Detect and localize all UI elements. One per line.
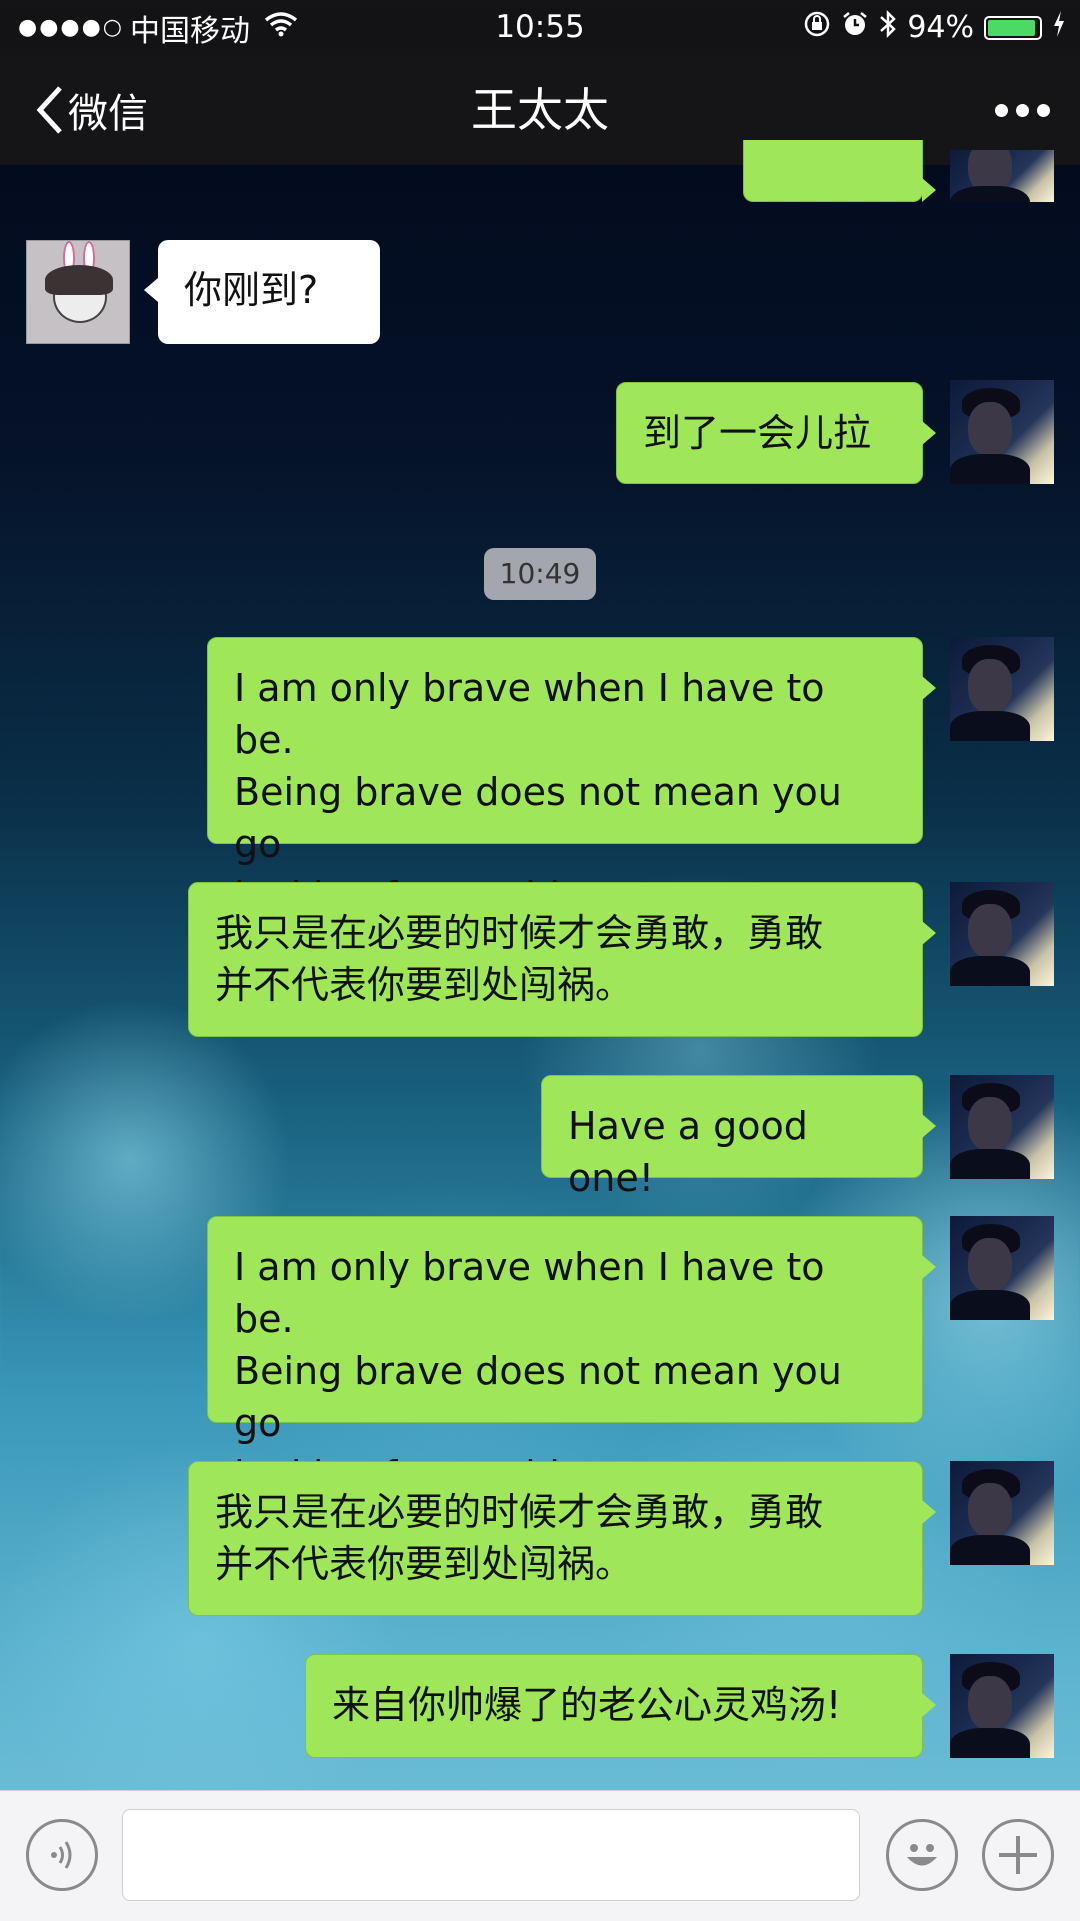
- signal-strength-icon: ●●●●○: [18, 15, 124, 40]
- chat-bubble-partial[interactable]: [743, 140, 936, 202]
- chat-bubble-sent[interactable]: I am only brave when I have to be. Being…: [207, 1216, 936, 1497]
- emoji-icon[interactable]: [886, 1819, 958, 1891]
- chat-bubble-received[interactable]: 你刚到?: [144, 240, 380, 344]
- wifi-icon: [264, 10, 298, 45]
- alarm-icon: [841, 10, 869, 45]
- battery-percent: 94%: [907, 10, 974, 45]
- plus-icon[interactable]: [982, 1819, 1054, 1891]
- chat-bubble-sent[interactable]: 来自你帅爆了的老公心灵鸡汤!: [305, 1654, 936, 1758]
- my-avatar[interactable]: [950, 1461, 1054, 1565]
- more-icon[interactable]: [987, 55, 1050, 165]
- my-avatar[interactable]: [950, 150, 1054, 202]
- my-avatar[interactable]: [950, 1654, 1054, 1758]
- message-timestamp: 10:49: [484, 548, 596, 600]
- my-avatar[interactable]: [950, 1075, 1054, 1179]
- contact-avatar[interactable]: [26, 240, 130, 344]
- chat-bubble-sent[interactable]: Have a good one!: [541, 1075, 936, 1200]
- carrier-info: ●●●●○ 中国移动: [18, 0, 298, 55]
- rotation-lock-icon: [803, 10, 831, 45]
- my-avatar[interactable]: [950, 882, 1054, 986]
- input-bar: [0, 1790, 1080, 1921]
- my-avatar[interactable]: [950, 1216, 1054, 1320]
- battery-level: [988, 19, 1035, 36]
- battery-icon: [984, 15, 1042, 40]
- back-button[interactable]: 微信: [34, 55, 148, 165]
- status-bar: ●●●●○ 中国移动 10:55 94%: [0, 0, 1080, 55]
- message-input[interactable]: [122, 1809, 860, 1901]
- chevron-left-icon: [36, 86, 62, 134]
- my-avatar[interactable]: [950, 380, 1054, 484]
- back-label: 微信: [68, 91, 148, 137]
- voice-icon[interactable]: [26, 1819, 98, 1891]
- my-avatar[interactable]: [950, 637, 1054, 741]
- status-icons: 94%: [803, 0, 1066, 55]
- chat-bubble-sent[interactable]: 我只是在必要的时候才会勇敢，勇敢 并不代表你要到处闯祸。: [188, 882, 936, 1037]
- chat-bubble-sent[interactable]: 到了一会儿拉: [616, 382, 936, 484]
- bluetooth-icon: [879, 9, 897, 46]
- chat-bubble-sent[interactable]: 我只是在必要的时候才会勇敢，勇敢 并不代表你要到处闯祸。: [188, 1461, 936, 1616]
- carrier-name: 中国移动: [129, 13, 250, 49]
- chat-bubble-sent[interactable]: I am only brave when I have to be. Being…: [207, 637, 936, 918]
- charging-icon: [1052, 10, 1066, 46]
